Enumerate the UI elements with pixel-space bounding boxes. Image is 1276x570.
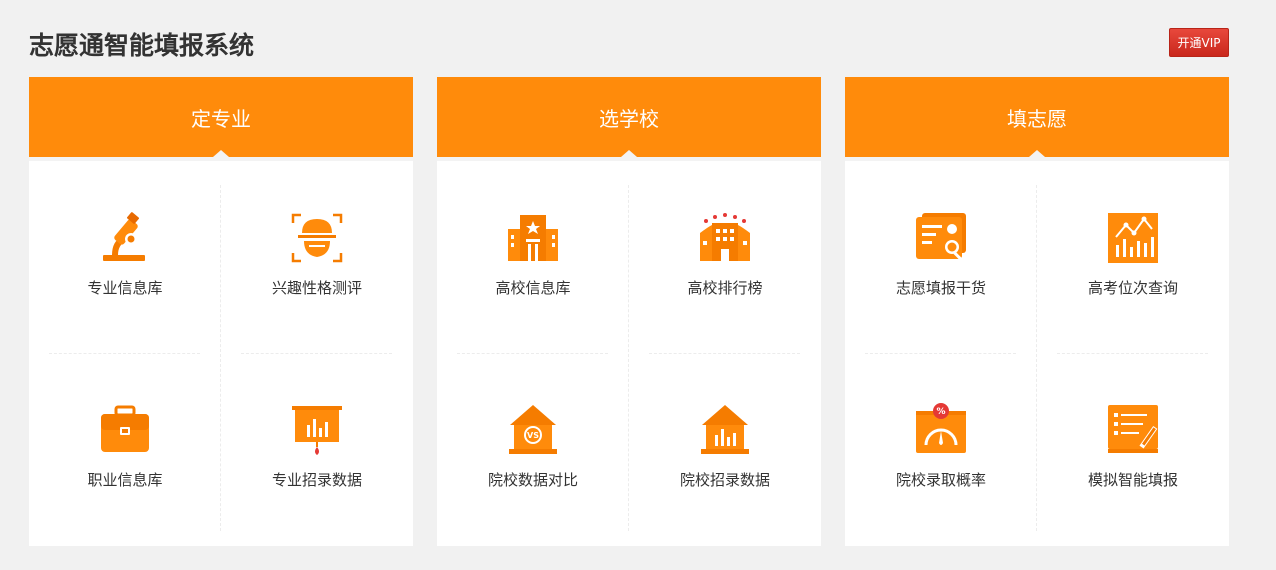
menu-item-career-database[interactable]: 职业信息库 [29,353,221,545]
house-vs-icon: VS [506,403,560,457]
panel-header[interactable]: 填志愿 [845,77,1229,157]
panel-major: 定专业 专业信息库 兴趣性格测评 职业信息库 专业招录数据 [29,77,413,546]
menu-item-label: 职业信息库 [87,471,163,489]
menu-item-label: 院校数据对比 [487,471,578,489]
menu-item-label: 专业信息库 [87,279,163,297]
menu-item-label: 高校排行榜 [687,279,763,297]
menu-item-rank-query[interactable]: 高考位次查询 [1037,161,1229,353]
house-chart-icon [698,403,752,457]
panel-application: 填志愿 志愿填报干货 高考位次查询 % 院校录取概率 模拟智能填报 [845,77,1229,546]
document-search-icon [914,211,968,265]
menu-item-university-ranking[interactable]: 高校排行榜 [629,161,821,353]
open-vip-button[interactable]: 开通VIP [1169,28,1229,57]
briefcase-icon [98,403,152,457]
menu-item-label: 高校信息库 [495,279,571,297]
menu-item-admission-probability[interactable]: % 院校录取概率 [845,353,1037,545]
menu-item-label: 高考位次查询 [1087,279,1178,297]
menu-item-label: 专业招录数据 [271,471,362,489]
panel-header[interactable]: 选学校 [437,77,821,157]
face-scan-icon [290,211,344,265]
svg-text:%: % [936,407,945,417]
menu-item-label: 志愿填报干货 [895,279,986,297]
form-pencil-icon [1106,403,1160,457]
university-building-icon [506,211,560,265]
page-title: 志愿通智能填报系统 [29,31,255,60]
panel-school: 选学校 高校信息库 高校排行榜 VS 院校数据对比 院校招录数据 [437,77,821,546]
menu-item-personality-test[interactable]: 兴趣性格测评 [221,161,413,353]
panel-header[interactable]: 定专业 [29,77,413,157]
menu-item-label: 模拟智能填报 [1087,471,1178,489]
svg-text:VS: VS [527,431,539,440]
menu-item-university-admission-data[interactable]: 院校招录数据 [629,353,821,545]
menu-item-mock-application[interactable]: 模拟智能填报 [1037,353,1229,545]
menu-item-major-database[interactable]: 专业信息库 [29,161,221,353]
ranked-building-icon [698,211,752,265]
menu-item-university-comparison[interactable]: VS 院校数据对比 [437,353,629,545]
menu-item-label: 院校录取概率 [895,471,986,489]
microscope-icon [98,211,152,265]
menu-item-label: 兴趣性格测评 [271,279,362,297]
menu-item-major-admission-data[interactable]: 专业招录数据 [221,353,413,545]
gauge-percent-icon: % [914,403,968,457]
presentation-chart-icon [290,403,344,457]
menu-item-label: 院校招录数据 [679,471,770,489]
menu-item-application-tips[interactable]: 志愿填报干货 [845,161,1037,353]
line-chart-icon [1106,211,1160,265]
menu-item-university-database[interactable]: 高校信息库 [437,161,629,353]
